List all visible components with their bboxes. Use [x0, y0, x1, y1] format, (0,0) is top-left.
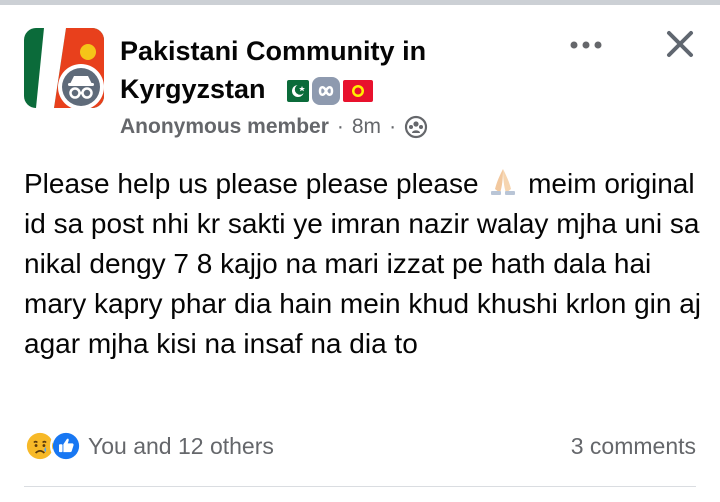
group-members-icon: [404, 115, 428, 139]
pakistan-flag-icon: [279, 79, 310, 102]
avatar-group[interactable]: [24, 28, 104, 110]
close-button[interactable]: [660, 24, 700, 64]
anonymous-avatar: [58, 64, 104, 110]
meta-separator: ·: [336, 115, 344, 138]
reaction-summary[interactable]: You and 12 others: [88, 433, 274, 460]
post-text: Please help us please please please meim…: [24, 164, 704, 364]
meta-separator: ·: [389, 115, 397, 138]
group-name[interactable]: Pakistani Community in Kyrgyzstan: [120, 32, 560, 108]
like-reaction-icon: [50, 430, 82, 462]
infinity-icon: [312, 76, 341, 105]
more-horizontal-icon: [570, 41, 602, 49]
post-footer: You and 12 others 3 comments: [24, 426, 696, 466]
footer-divider: [24, 486, 696, 487]
post-meta: Anonymous member · 8m ·: [120, 115, 428, 139]
folded-hands-emoji-icon: [491, 169, 516, 195]
kyrgyzstan-flag-icon: [343, 79, 374, 102]
author-name[interactable]: Anonymous member: [120, 115, 329, 139]
close-icon: [667, 31, 693, 57]
group-name-flags: [279, 76, 374, 106]
post-text-part-1: Please help us please please please: [24, 168, 487, 199]
post-time[interactable]: 8m: [352, 115, 381, 139]
comments-count[interactable]: 3 comments: [571, 433, 696, 460]
post-header: Pakistani Community in Kyrgyzstan Anonym…: [0, 0, 720, 150]
group-name-text[interactable]: Pakistani Community in Kyrgyzstan: [120, 36, 426, 104]
more-options-button[interactable]: [566, 30, 606, 60]
reactions[interactable]: You and 12 others: [24, 430, 274, 462]
